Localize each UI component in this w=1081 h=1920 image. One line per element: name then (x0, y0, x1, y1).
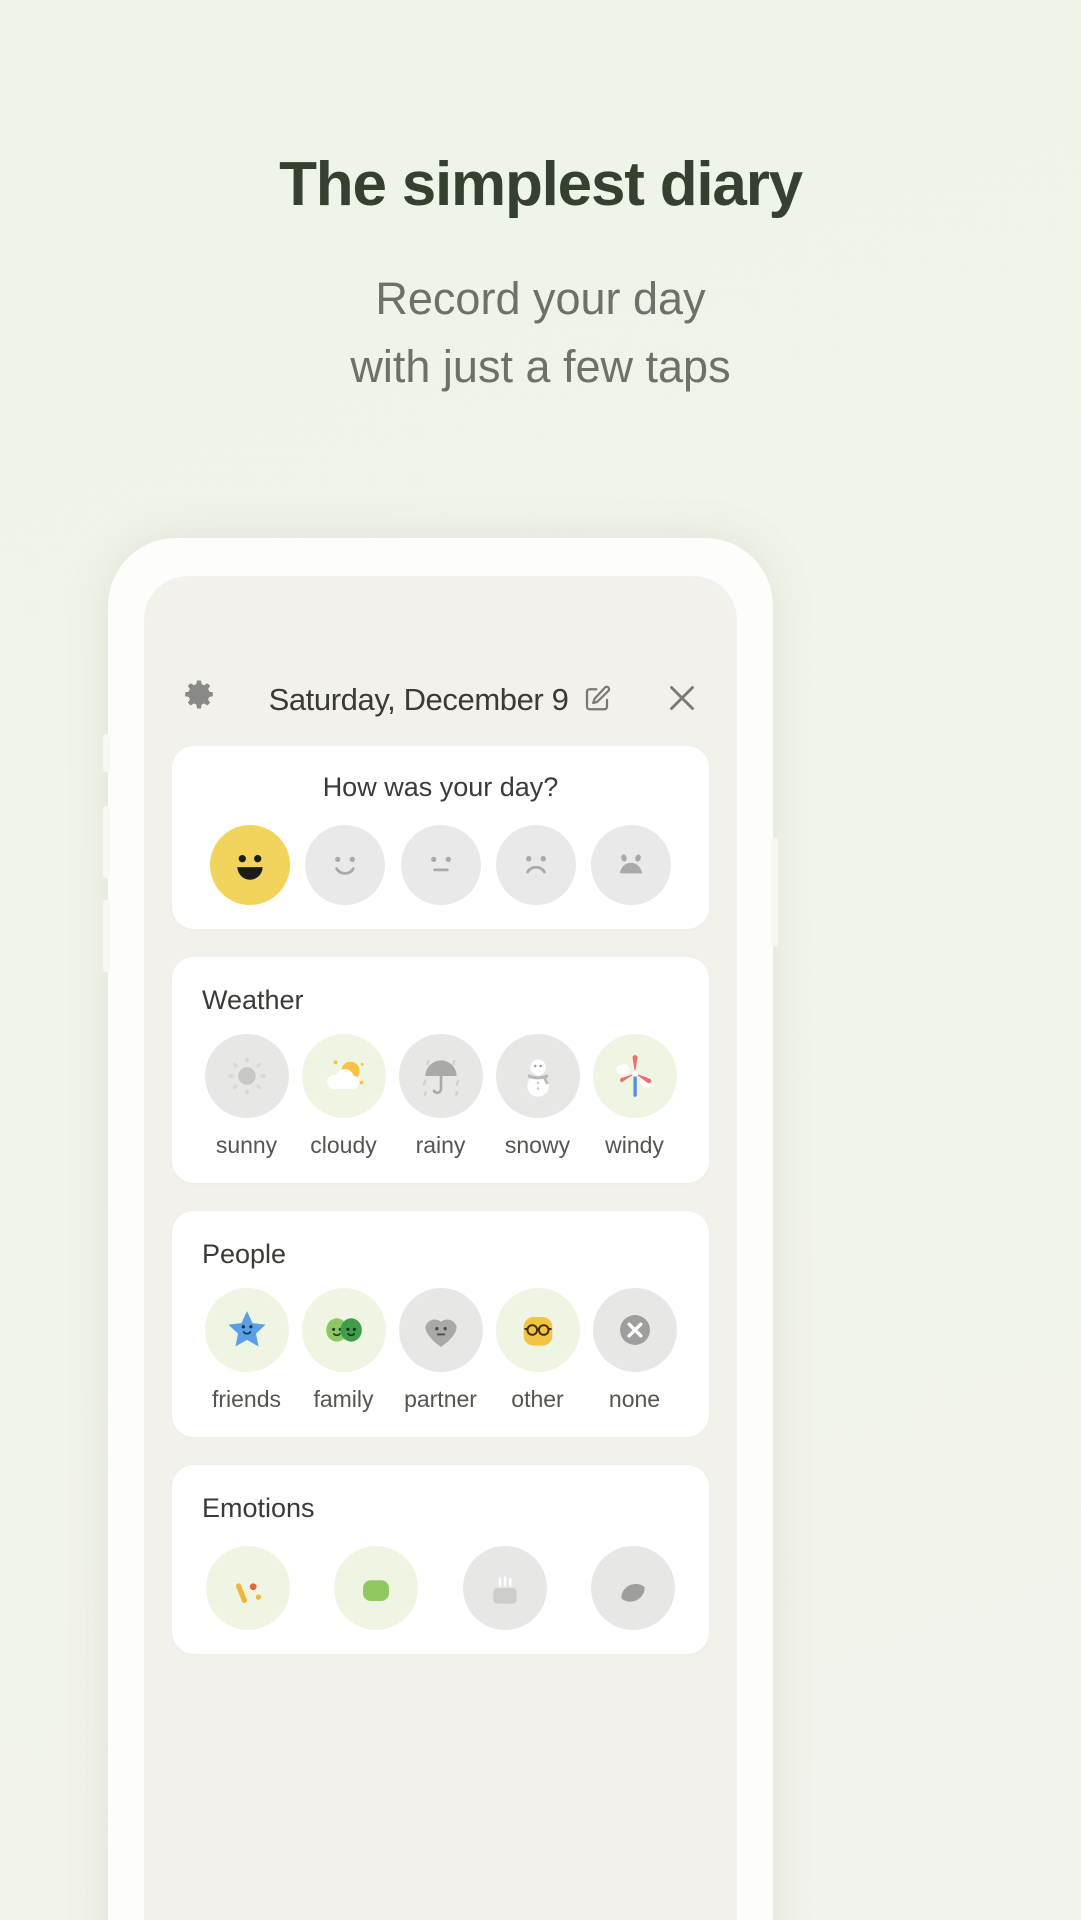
phone-mute-switch (103, 734, 110, 772)
weather-label-sunny: sunny (215, 1132, 278, 1158)
people-option-none[interactable]: none (586, 1288, 683, 1413)
people-label-friends: friends (211, 1386, 282, 1412)
people-title: People (202, 1239, 287, 1269)
weather-option-rainy[interactable]: rainy (392, 1034, 489, 1159)
weather-label-windy: windy (605, 1132, 664, 1158)
phone-power-button (771, 838, 778, 946)
emotion-options (194, 1546, 687, 1630)
weather-option-cloudy[interactable]: cloudy (295, 1034, 392, 1159)
snowman-icon (495, 1034, 580, 1118)
circle-x-icon (592, 1288, 677, 1372)
people-option-family[interactable]: family (295, 1288, 392, 1413)
gear-icon (178, 677, 220, 724)
mood-option-neutral[interactable] (393, 825, 488, 905)
heart-face-icon (398, 1288, 483, 1372)
phone-volume-down (103, 900, 110, 972)
tired-icon (462, 1546, 547, 1630)
glasses-face-icon (495, 1288, 580, 1372)
two-blobs-icon (301, 1288, 386, 1372)
people-card: People friends family partner other none (172, 1211, 709, 1437)
mood-question: How was your day? (322, 772, 559, 802)
page-title: The simplest diary (279, 150, 803, 219)
mood-option-very-sad[interactable] (584, 825, 679, 905)
frown-face-icon (495, 825, 576, 905)
mood-option-happy[interactable] (297, 825, 392, 905)
close-x-icon (664, 680, 700, 721)
emotion-option-gloomy[interactable] (583, 1546, 683, 1630)
emotion-option-excited[interactable] (198, 1546, 298, 1630)
grin-face-icon (209, 825, 290, 905)
excited-icon (206, 1546, 290, 1630)
emotions-card: Emotions (172, 1465, 709, 1654)
weather-title: Weather (202, 985, 304, 1015)
subtitle-line-2: with just a few taps (350, 341, 731, 393)
people-options: friends family partner other none (194, 1288, 687, 1413)
weather-option-sunny[interactable]: sunny (198, 1034, 295, 1159)
emotion-option-tired[interactable] (455, 1546, 555, 1630)
mood-options (194, 825, 687, 905)
umbrella-rain-icon (398, 1034, 483, 1118)
people-option-friends[interactable]: friends (198, 1288, 295, 1413)
weather-label-snowy: snowy (504, 1132, 571, 1158)
app-content[interactable]: How was your day? Weather sunny cloudy r… (144, 746, 737, 1920)
date-header[interactable]: Saturday, December 9 (228, 682, 653, 718)
weather-option-snowy[interactable]: snowy (489, 1034, 586, 1159)
emotions-title: Emotions (202, 1493, 315, 1523)
weather-card: Weather sunny cloudy rainy snowy windy (172, 957, 709, 1183)
people-option-other[interactable]: other (489, 1288, 586, 1413)
mood-option-very-happy[interactable] (202, 825, 297, 905)
weather-label-rainy: rainy (415, 1132, 466, 1158)
current-date: Saturday, December 9 (268, 682, 569, 717)
mood-option-sad[interactable] (488, 825, 583, 905)
calm-icon (334, 1546, 419, 1630)
smile-face-icon (305, 825, 386, 905)
people-label-none: none (608, 1386, 661, 1412)
settings-button[interactable] (170, 677, 228, 724)
gloomy-icon (590, 1546, 675, 1630)
sun-icon (204, 1034, 289, 1118)
weather-label-cloudy: cloudy (310, 1132, 377, 1158)
app-header: Saturday, December 9 (144, 664, 737, 736)
edit-pencil-icon[interactable] (582, 683, 612, 718)
weather-option-windy[interactable]: windy (586, 1034, 683, 1159)
people-label-other: other (511, 1386, 564, 1412)
close-button[interactable] (653, 680, 711, 721)
neutral-face-icon (400, 825, 481, 905)
people-option-partner[interactable]: partner (392, 1288, 489, 1413)
subtitle-line-1: Record your day (375, 273, 706, 325)
phone-volume-up (103, 806, 110, 878)
emotion-option-calm[interactable] (326, 1546, 426, 1630)
mood-card: How was your day? (172, 746, 709, 929)
people-label-partner: partner (404, 1386, 477, 1412)
phone-screen: Saturday, December 9 How was your day? W… (144, 576, 737, 1920)
phone-notch (331, 576, 550, 610)
page-subtitle: Record your day with just a few taps (0, 265, 1081, 402)
people-label-family: family (313, 1386, 374, 1412)
star-face-icon (204, 1288, 289, 1372)
phone-mockup: Saturday, December 9 How was your day? W… (103, 538, 778, 1920)
hero-section: The simplest diary Record your day with … (0, 0, 1081, 402)
windmill-icon (592, 1034, 677, 1118)
cry-face-icon (591, 825, 672, 905)
sun-cloud-icon (301, 1034, 386, 1118)
weather-options: sunny cloudy rainy snowy windy (194, 1034, 687, 1159)
